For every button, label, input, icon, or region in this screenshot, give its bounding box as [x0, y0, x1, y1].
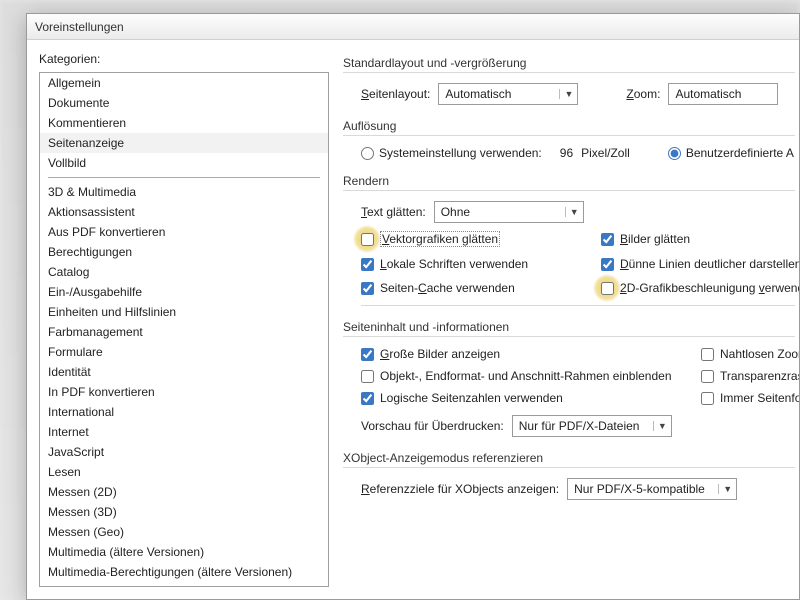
group-xobject: XObject-Anzeigemodus referenzieren [343, 451, 795, 468]
smooth-text-label: Text glätten: [361, 205, 426, 219]
dialog-title: Voreinstellungen [35, 20, 124, 34]
checkbox-seamless-zoom[interactable]: Nahtlosen Zoom v [701, 347, 799, 361]
chevron-down-icon: ▼ [653, 421, 667, 431]
list-item[interactable]: Messen (3D) [40, 502, 328, 522]
list-item[interactable]: 3D & Multimedia [40, 182, 328, 202]
page-layout-combo[interactable]: Automatisch ▼ [438, 83, 578, 105]
list-item[interactable]: Allgemein [40, 73, 328, 93]
radio-system-setting[interactable]: Systemeinstellung verwenden: [361, 146, 542, 160]
group-content: Seiteninhalt und -informationen [343, 320, 795, 337]
list-item[interactable]: Dokumente [40, 93, 328, 113]
list-item[interactable]: Multimedia-Berechtigungen (ältere Versio… [40, 562, 328, 582]
checkbox-smooth-vector[interactable]: Vektorgrafiken glätten [361, 231, 591, 247]
preferences-dialog: Voreinstellungen Kategorien: AllgemeinDo… [26, 13, 800, 600]
list-item[interactable]: Online-Dienste [40, 582, 328, 587]
list-item[interactable]: Farbmanagement [40, 322, 328, 342]
checkbox-large-images[interactable]: Große Bilder anzeigen [361, 347, 691, 361]
smooth-text-combo[interactable]: Ohne ▼ [434, 201, 584, 223]
resolution-unit: Pixel/Zoll [581, 146, 630, 160]
resolution-value: 96 [560, 146, 573, 160]
overprint-combo[interactable]: Nur für PDF/X-Dateien ▼ [512, 415, 672, 437]
checkbox-local-fonts[interactable]: Lokale Schriften verwenden [361, 257, 591, 271]
checkbox-thin-lines[interactable]: Dünne Linien deutlicher darstellen [601, 257, 799, 271]
chevron-down-icon: ▼ [718, 484, 732, 494]
group-resolution: Auflösung [343, 119, 795, 136]
chevron-down-icon: ▼ [559, 89, 573, 99]
checkbox-always-pageform[interactable]: Immer Seitenform [701, 391, 799, 405]
chevron-down-icon: ▼ [565, 207, 579, 217]
list-item[interactable]: Aus PDF konvertieren [40, 222, 328, 242]
list-item[interactable]: Ein-/Ausgabehilfe [40, 282, 328, 302]
categories-listbox[interactable]: AllgemeinDokumenteKommentierenSeitenanze… [39, 72, 329, 587]
group-layout: Standardlayout und -vergrößerung [343, 56, 795, 73]
list-item[interactable]: Vollbild [40, 153, 328, 173]
list-item[interactable]: International [40, 402, 328, 422]
categories-label: Kategorien: [39, 52, 329, 66]
list-item[interactable]: Multimedia (ältere Versionen) [40, 542, 328, 562]
list-item[interactable]: Kommentieren [40, 113, 328, 133]
radio-custom[interactable]: Benutzerdefinierte A [668, 146, 794, 160]
group-render: Rendern [343, 174, 795, 191]
checkbox-frames[interactable]: Objekt-, Endformat- und Anschnitt-Rahmen… [361, 369, 691, 383]
list-item[interactable]: JavaScript [40, 442, 328, 462]
list-item[interactable]: Lesen [40, 462, 328, 482]
checkbox-page-cache[interactable]: Seiten-Cache verwenden [361, 281, 591, 295]
checkbox-transparency-grid[interactable]: Transparenzraster [701, 369, 799, 383]
list-item[interactable]: Catalog [40, 262, 328, 282]
zoom-combo[interactable]: Automatisch [668, 83, 778, 105]
xobject-label: Referenzziele für XObjects anzeigen: [361, 482, 559, 496]
checkbox-2d-accel[interactable]: 2D-Grafikbeschleunigung verwenden [601, 281, 799, 295]
page-layout-label: Seitenlayout: [361, 87, 430, 101]
list-item[interactable]: Formulare [40, 342, 328, 362]
list-item[interactable]: Internet [40, 422, 328, 442]
checkbox-smooth-images[interactable]: Bilder glätten [601, 231, 799, 247]
overprint-label: Vorschau für Überdrucken: [361, 419, 504, 433]
dialog-titlebar[interactable]: Voreinstellungen [27, 14, 799, 40]
list-item[interactable]: Identität [40, 362, 328, 382]
list-item[interactable]: Berechtigungen [40, 242, 328, 262]
list-separator [48, 177, 320, 178]
zoom-label: Zoom: [626, 87, 660, 101]
list-item[interactable]: Messen (Geo) [40, 522, 328, 542]
list-item[interactable]: Seitenanzeige [40, 133, 328, 153]
xobject-combo[interactable]: Nur PDF/X-5-kompatible ▼ [567, 478, 737, 500]
list-item[interactable]: Aktionsassistent [40, 202, 328, 222]
list-item[interactable]: In PDF konvertieren [40, 382, 328, 402]
list-item[interactable]: Einheiten und Hilfslinien [40, 302, 328, 322]
checkbox-logical-pages[interactable]: Logische Seitenzahlen verwenden [361, 391, 691, 405]
list-item[interactable]: Messen (2D) [40, 482, 328, 502]
